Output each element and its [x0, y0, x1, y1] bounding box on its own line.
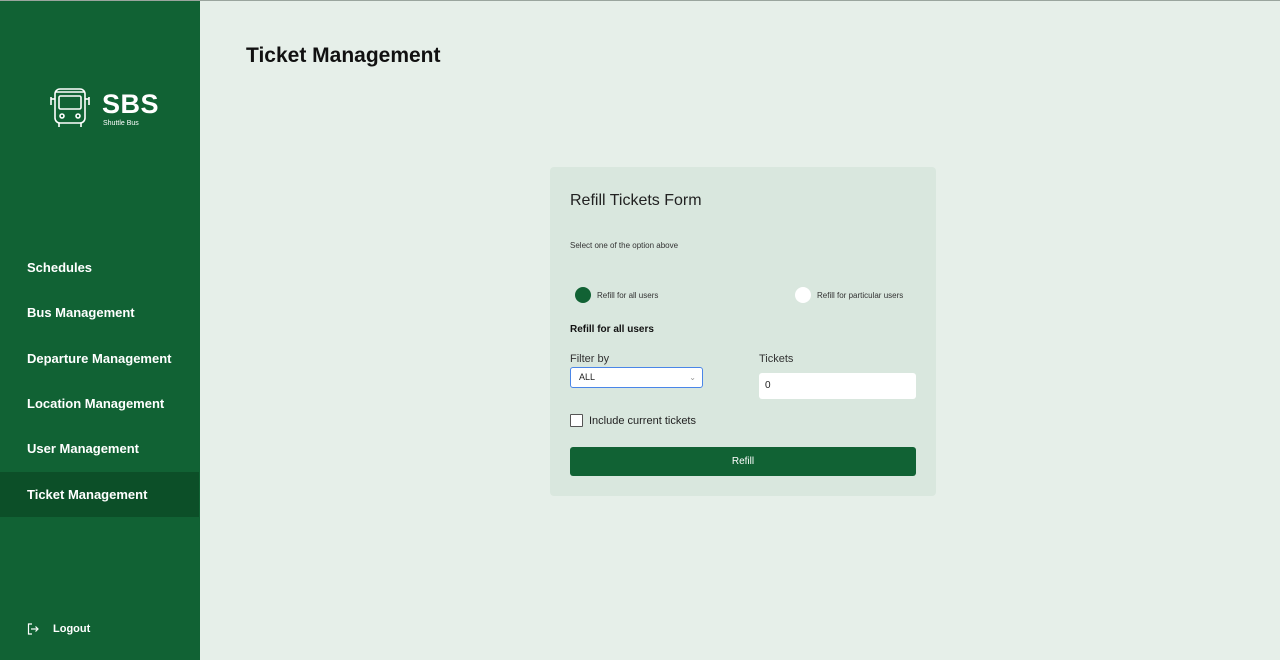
refill-tickets-form: Refill Tickets Form Select one of the op…: [550, 167, 936, 496]
sidebar-item-user-management[interactable]: User Management: [0, 426, 199, 471]
radio-label: Refill for all users: [597, 290, 659, 300]
sidebar: SBS Shuttle Bus Schedules Bus Management…: [0, 1, 200, 660]
form-title: Refill Tickets Form: [570, 192, 702, 209]
sidebar-item-departure-management[interactable]: Departure Management: [0, 336, 199, 381]
radio-selected-icon: [575, 287, 591, 303]
tickets-value: 0: [765, 380, 771, 391]
radio-label: Refill for particular users: [817, 290, 904, 300]
logout-icon: [27, 623, 39, 635]
sidebar-item-label: User Management: [27, 441, 139, 456]
brand-subtitle: Shuttle Bus: [103, 120, 139, 127]
sidebar-item-bus-management[interactable]: Bus Management: [0, 290, 199, 335]
include-current-checkbox[interactable]: Include current tickets: [570, 414, 696, 427]
radio-refill-all-users[interactable]: Refill for all users: [575, 287, 658, 303]
tickets-label: Tickets: [759, 353, 794, 365]
refill-button[interactable]: Refill: [570, 447, 916, 476]
sidebar-item-label: Ticket Management: [27, 487, 148, 502]
form-hint: Select one of the option above: [570, 241, 679, 250]
sidebar-item-schedules[interactable]: Schedules: [0, 245, 199, 290]
sidebar-item-ticket-management[interactable]: Ticket Management: [0, 472, 199, 517]
checkbox-label: Include current tickets: [589, 414, 696, 427]
logout-label: Logout: [53, 623, 91, 635]
refill-button-label: Refill: [731, 456, 755, 467]
filter-value: ALL: [579, 372, 596, 382]
checkbox-icon: [570, 414, 583, 427]
filter-label: Filter by: [570, 353, 610, 365]
page-title: Ticket Management: [246, 44, 441, 67]
sidebar-item-label: Departure Management: [27, 351, 172, 366]
radio-refill-particular-users[interactable]: Refill for particular users: [795, 287, 903, 303]
logout-button[interactable]: Logout: [27, 619, 90, 639]
bus-icon: [50, 88, 90, 127]
sidebar-item-label: Location Management: [27, 396, 165, 411]
sidebar-item-label: Bus Management: [27, 305, 135, 320]
radio-unselected-icon: [795, 287, 811, 303]
sidebar-item-label: Schedules: [27, 260, 93, 275]
tickets-input[interactable]: 0: [759, 373, 916, 399]
chevron-down-icon: ⌄: [689, 373, 696, 382]
section-label: Refill for all users: [570, 324, 654, 335]
sidebar-item-location-management[interactable]: Location Management: [0, 381, 199, 426]
brand-logo: SBS Shuttle Bus: [49, 87, 159, 133]
filter-select[interactable]: ALL ⌄: [570, 367, 703, 388]
brand-name: SBS: [102, 89, 160, 119]
